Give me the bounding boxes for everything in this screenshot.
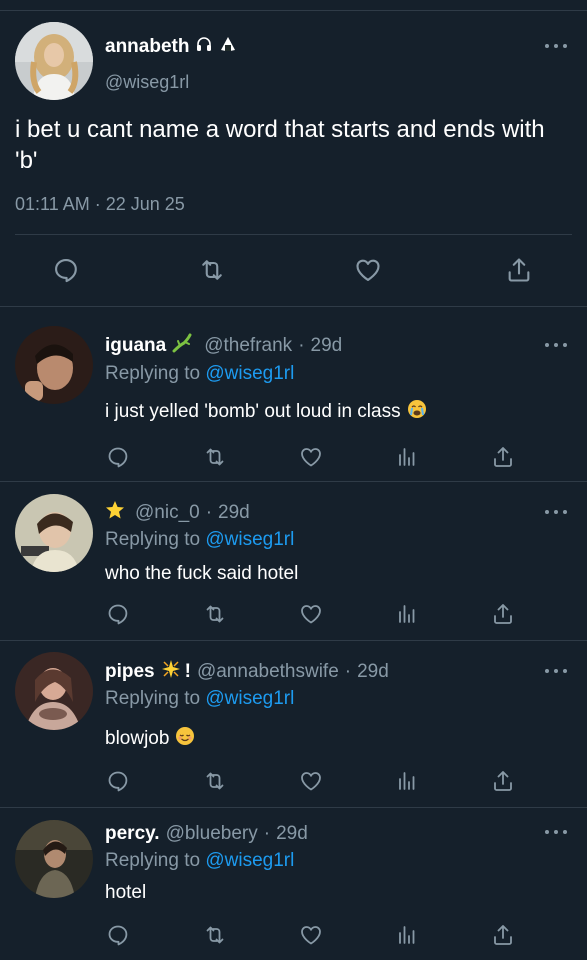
share-icon[interactable] bbox=[491, 602, 515, 626]
reply-author-name[interactable]: pipes bbox=[105, 661, 155, 683]
more-options-icon[interactable] bbox=[545, 343, 567, 349]
divider bbox=[15, 234, 572, 235]
reply-icon[interactable] bbox=[52, 256, 80, 284]
separator: · bbox=[298, 335, 305, 356]
more-options-icon[interactable] bbox=[545, 44, 567, 50]
reply-text-content: i just yelled 'bomb' out loud in class bbox=[105, 401, 401, 422]
reply-age: 29d bbox=[310, 335, 343, 356]
retweet-icon[interactable] bbox=[203, 445, 227, 469]
reply-tweet[interactable]: pipes ! @annabethswife · 29d Replying to… bbox=[0, 641, 587, 808]
headphones-icon bbox=[195, 35, 213, 59]
reply-author-name-suffix: ! bbox=[184, 661, 191, 682]
retweet-icon[interactable] bbox=[198, 256, 226, 284]
reply-tweet[interactable]: iguana @thefrank · 29d Replying to @wise… bbox=[0, 307, 587, 482]
reply-author-handle[interactable]: @annabethswife bbox=[197, 661, 339, 683]
replying-to-prefix: Replying to bbox=[105, 529, 201, 550]
avatar[interactable] bbox=[15, 652, 93, 730]
reply-icon[interactable] bbox=[106, 769, 130, 793]
separator: · bbox=[344, 661, 352, 682]
retweet-icon[interactable] bbox=[203, 602, 227, 626]
avatar[interactable] bbox=[15, 494, 93, 572]
like-icon[interactable] bbox=[299, 923, 323, 947]
more-options-icon[interactable] bbox=[545, 830, 567, 836]
avatar[interactable] bbox=[15, 22, 93, 100]
separator: · bbox=[263, 823, 271, 844]
author-name-text: annabeth bbox=[105, 36, 190, 57]
views-icon[interactable] bbox=[395, 445, 419, 469]
reply-text-content: who the fuck said hotel bbox=[105, 563, 299, 584]
reply-header: @nic_0 · 29d bbox=[105, 500, 250, 526]
reply-tweet[interactable]: percy. @bluebery · 29d Replying to @wise… bbox=[0, 808, 587, 960]
replying-to-mention[interactable]: @wiseg1rl bbox=[205, 850, 294, 871]
reply-text: who the fuck said hotel bbox=[105, 563, 298, 585]
reply-text: hotel bbox=[105, 882, 146, 904]
reply-header: pipes ! @annabethswife · 29d bbox=[105, 659, 389, 685]
star-icon bbox=[105, 500, 125, 526]
main-tweet: annabeth @wiseg1rl i bet u cant name a w… bbox=[0, 10, 587, 307]
reply-author-handle[interactable]: @nic_0 bbox=[135, 502, 200, 524]
reply-text: blowjob bbox=[105, 726, 195, 752]
reply-header: iguana @thefrank · 29d bbox=[105, 333, 342, 359]
replying-to: Replying to @wiseg1rl bbox=[105, 850, 294, 872]
lizard-icon bbox=[172, 333, 194, 359]
reply-text-content: hotel bbox=[105, 882, 147, 903]
views-icon[interactable] bbox=[395, 602, 419, 626]
author-handle[interactable]: @wiseg1rl bbox=[105, 72, 189, 93]
separator: · bbox=[205, 502, 213, 523]
avatar[interactable] bbox=[15, 326, 93, 404]
reply-icon[interactable] bbox=[106, 445, 130, 469]
replying-to-prefix: Replying to bbox=[105, 363, 201, 384]
replying-to: Replying to @wiseg1rl bbox=[105, 529, 294, 551]
reply-header: percy. @bluebery · 29d bbox=[105, 823, 308, 845]
like-icon[interactable] bbox=[299, 602, 323, 626]
reply-icon[interactable] bbox=[106, 923, 130, 947]
sparkle-star-icon bbox=[161, 659, 181, 685]
replying-to-mention[interactable]: @wiseg1rl bbox=[205, 529, 294, 550]
tweet-timestamp: 01:11 AM · 22 Jun 25 bbox=[15, 194, 185, 214]
replying-to-prefix: Replying to bbox=[105, 688, 201, 709]
author-name[interactable]: annabeth bbox=[105, 35, 237, 59]
tweet-text: i bet u cant name a word that starts and… bbox=[15, 116, 545, 174]
replying-to-prefix: Replying to bbox=[105, 850, 201, 871]
onigiri-icon bbox=[219, 35, 237, 59]
reply-author-name[interactable]: iguana bbox=[105, 335, 166, 357]
reply-age: 29d bbox=[357, 661, 389, 682]
like-icon[interactable] bbox=[299, 445, 323, 469]
share-icon[interactable] bbox=[505, 256, 533, 284]
reply-text: i just yelled 'bomb' out loud in class bbox=[105, 399, 427, 425]
more-options-icon[interactable] bbox=[545, 510, 567, 516]
reply-age: 29d bbox=[218, 502, 250, 523]
share-icon[interactable] bbox=[491, 923, 515, 947]
reply-author-name[interactable]: percy. bbox=[105, 823, 160, 845]
reply-age: 29d bbox=[276, 823, 308, 844]
views-icon[interactable] bbox=[395, 769, 419, 793]
avatar[interactable] bbox=[15, 820, 93, 898]
reply-author-handle[interactable]: @thefrank bbox=[204, 335, 292, 357]
reply-tweet[interactable]: @nic_0 · 29d Replying to @wiseg1rl who t… bbox=[0, 482, 587, 641]
replying-to-mention[interactable]: @wiseg1rl bbox=[205, 363, 294, 384]
reply-author-handle[interactable]: @bluebery bbox=[166, 823, 258, 845]
share-icon[interactable] bbox=[491, 769, 515, 793]
like-icon[interactable] bbox=[299, 769, 323, 793]
reply-icon[interactable] bbox=[106, 602, 130, 626]
retweet-icon[interactable] bbox=[203, 769, 227, 793]
share-icon[interactable] bbox=[491, 445, 515, 469]
like-icon[interactable] bbox=[354, 256, 382, 284]
retweet-icon[interactable] bbox=[203, 923, 227, 947]
crying-face-icon bbox=[407, 399, 427, 425]
more-options-icon[interactable] bbox=[545, 669, 567, 675]
replying-to: Replying to @wiseg1rl bbox=[105, 688, 294, 710]
relieved-face-icon bbox=[175, 726, 195, 752]
replying-to-mention[interactable]: @wiseg1rl bbox=[205, 688, 294, 709]
replying-to: Replying to @wiseg1rl bbox=[105, 363, 294, 385]
views-icon[interactable] bbox=[395, 923, 419, 947]
reply-text-content: blowjob bbox=[105, 728, 170, 749]
